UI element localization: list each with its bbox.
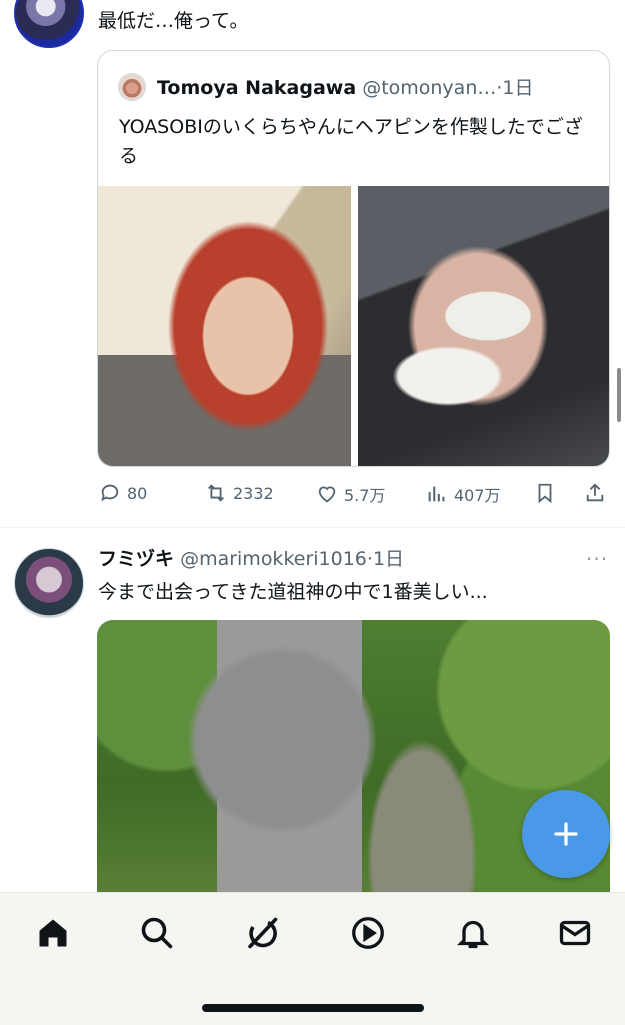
reply-icon [101, 484, 119, 502]
share-icon [586, 483, 604, 502]
post2-avatar[interactable] [14, 548, 84, 618]
quoted-avatar [118, 73, 146, 101]
quoted-header: Tomoya Nakagawa @tomonyan…·1日 [157, 75, 534, 101]
scrollbar[interactable] [617, 368, 621, 422]
post2-name[interactable]: フミヅキ [98, 548, 174, 570]
views-button[interactable]: 407万 [426, 482, 501, 506]
views-count: 407万 [454, 486, 501, 505]
quoted-post[interactable]: Tomoya Nakagawa @tomonyan…·1日 YOASOBIのいく… [97, 50, 610, 467]
quoted-time: 1日 [502, 77, 534, 99]
repost-count: 2332 [233, 483, 274, 503]
share-button[interactable] [584, 482, 606, 504]
views-icon [428, 486, 445, 502]
messages-icon[interactable] [557, 915, 593, 951]
home-indicator [202, 1004, 424, 1012]
compose-button[interactable] [522, 790, 610, 878]
repost-button[interactable]: 2332 [205, 482, 274, 504]
like-count: 5.7万 [344, 486, 386, 505]
quoted-image-hairpins[interactable] [358, 186, 609, 466]
more-options-icon[interactable]: ··· [586, 547, 608, 571]
post2-header: フミヅキ @marimokkeri1016·1日 [98, 546, 404, 572]
post2-time: 1日 [372, 548, 405, 570]
quoted-text: YOASOBIのいくらちやんにヘアピンを作製したでござる [119, 116, 583, 167]
grok-icon[interactable] [244, 915, 280, 951]
reply-button[interactable]: 80 [99, 482, 147, 504]
bookmark-icon [538, 483, 552, 504]
bookmark-button[interactable] [534, 482, 556, 504]
like-button[interactable]: 5.7万 [316, 482, 385, 506]
reply-count: 80 [127, 483, 148, 503]
search-icon[interactable] [139, 915, 175, 951]
quoted-image-portrait[interactable] [98, 186, 351, 466]
notifications-icon[interactable] [455, 915, 491, 951]
quoted-handle: @tomonyan… [362, 77, 497, 99]
quoted-name: Tomoya Nakagawa [157, 77, 357, 99]
plus-icon [554, 822, 578, 846]
post2-text: 今まで出会ってきた道祖神の中で1番美しい... [98, 581, 488, 603]
home-icon[interactable] [35, 915, 71, 951]
post2-handle[interactable]: @marimokkeri1016 [180, 548, 367, 570]
post-divider [0, 527, 625, 528]
post1-text: 最低だ…俺って。 [98, 10, 249, 32]
repost-icon [208, 484, 224, 502]
video-icon[interactable] [350, 915, 386, 951]
heart-icon [318, 486, 336, 503]
post1-avatar[interactable] [14, 0, 84, 48]
